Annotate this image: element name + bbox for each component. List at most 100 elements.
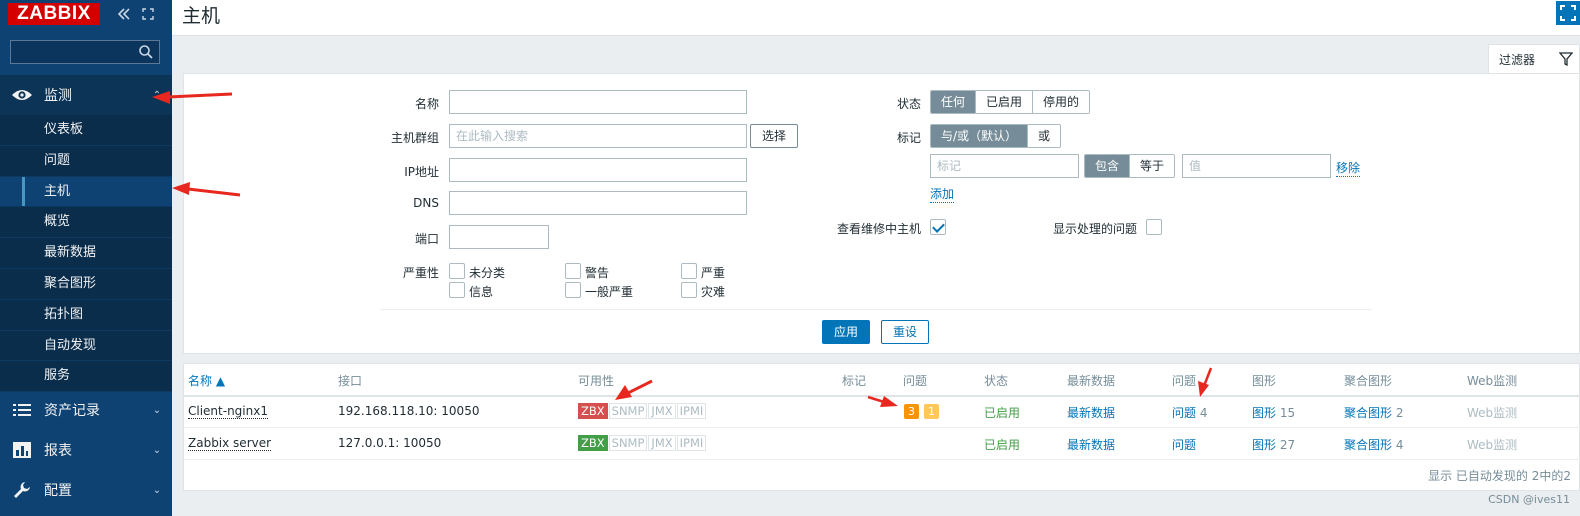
submenu-overview[interactable]: 概览 bbox=[0, 207, 172, 239]
tags-label: 标记 bbox=[896, 131, 921, 145]
filter-tab[interactable]: 过滤器 bbox=[1488, 44, 1580, 74]
fullscreen-button[interactable] bbox=[1556, 1, 1580, 25]
availability-badges: ZBX SNMP JMX IPMI bbox=[578, 435, 707, 451]
tag-name-input[interactable] bbox=[930, 154, 1079, 178]
chevron-down-icon: ⌄ bbox=[152, 484, 162, 496]
tag-logic-or-option[interactable]: 或 bbox=[1028, 125, 1061, 147]
status-enabled-option[interactable]: 已启用 bbox=[976, 91, 1034, 113]
severity-average-label: 一般严重 bbox=[585, 285, 634, 299]
menu-inventory[interactable]: 资产记录 ⌄ bbox=[0, 390, 172, 430]
graphs-link[interactable]: 图形 bbox=[1252, 438, 1276, 452]
graphs-link[interactable]: 图形 bbox=[1252, 406, 1276, 420]
double-chevron-left-icon[interactable] bbox=[116, 6, 132, 22]
list-icon bbox=[0, 403, 44, 417]
severity-not-classified-checkbox[interactable] bbox=[449, 263, 465, 279]
severity-high-label: 严重 bbox=[701, 266, 726, 280]
severity-label: 严重性 bbox=[402, 266, 439, 280]
page-header: 主机 bbox=[172, 0, 1580, 36]
screens-link[interactable]: 聚合图形 bbox=[1344, 406, 1392, 420]
submenu-maps[interactable]: 拓扑图 bbox=[0, 300, 172, 331]
severity-average-checkbox[interactable] bbox=[565, 282, 581, 298]
host-group-input[interactable] bbox=[449, 124, 747, 148]
graphs-count: 27 bbox=[1279, 438, 1296, 452]
menu-monitoring[interactable]: 监测 ⌃ bbox=[0, 75, 172, 115]
submenu-services[interactable]: 服务 bbox=[0, 361, 172, 393]
chevron-up-icon: ⌃ bbox=[152, 89, 162, 101]
submenu-dashboard[interactable]: 仪表板 bbox=[0, 115, 172, 146]
problems-count: 4 bbox=[1199, 406, 1208, 420]
tag-operator-segmented: 包含 等于 bbox=[1084, 154, 1176, 178]
severity-warning-checkbox[interactable] bbox=[565, 263, 581, 279]
suppressed-checkbox[interactable] bbox=[1146, 219, 1162, 235]
problems-link[interactable]: 问题 bbox=[1172, 406, 1196, 420]
host-status[interactable]: 已启用 bbox=[984, 436, 1020, 453]
problems-link[interactable]: 问题 bbox=[1172, 438, 1196, 452]
expand-icon[interactable] bbox=[140, 6, 156, 22]
apply-button[interactable]: 应用 bbox=[822, 320, 870, 344]
chevron-down-icon: ⌄ bbox=[152, 444, 162, 456]
eye-icon bbox=[0, 88, 44, 102]
suppressed-label: 显示处理的问题 bbox=[1052, 222, 1137, 236]
reset-button[interactable]: 重设 bbox=[881, 320, 929, 344]
port-input[interactable] bbox=[449, 225, 549, 249]
severity-high-checkbox[interactable] bbox=[681, 263, 697, 279]
column-status[interactable]: 状态 bbox=[984, 372, 1008, 389]
column-graphs: 图形 bbox=[1252, 374, 1277, 388]
ip-input[interactable] bbox=[449, 158, 747, 182]
severity-disaster-checkbox[interactable] bbox=[681, 282, 697, 298]
menu-reports-label: 报表 bbox=[44, 443, 72, 459]
host-name-link[interactable]: Zabbix server bbox=[188, 436, 272, 451]
host-name-link[interactable]: Client-nginx1 bbox=[188, 404, 268, 419]
tag-logic-segmented: 与/或（默认） 或 bbox=[930, 124, 1062, 148]
latest-data-link[interactable]: 最新数据 bbox=[1067, 404, 1115, 421]
add-tag-link[interactable]: 添加 bbox=[930, 185, 955, 203]
tag-operator-contains-option[interactable]: 包含 bbox=[1085, 155, 1131, 177]
jmx-badge: JMX bbox=[648, 403, 676, 419]
select-button[interactable]: 选择 bbox=[750, 124, 798, 148]
chevron-down-icon: ⌄ bbox=[152, 404, 162, 416]
submenu-discovery[interactable]: 自动发现 bbox=[0, 331, 172, 362]
zbx-badge: ZBX bbox=[578, 403, 608, 419]
screens-count: 2 bbox=[1395, 406, 1404, 420]
submenu-problems[interactable]: 问题 bbox=[0, 146, 172, 177]
remove-tag-link[interactable]: 移除 bbox=[1336, 159, 1361, 177]
graphs-count: 15 bbox=[1279, 406, 1296, 420]
tag-logic-and-or-option[interactable]: 与/或（默认） bbox=[931, 125, 1029, 147]
sidebar-search-input[interactable] bbox=[11, 41, 131, 63]
screens-count: 4 bbox=[1395, 438, 1404, 452]
latest-data-link[interactable]: 最新数据 bbox=[1067, 436, 1115, 453]
name-input[interactable] bbox=[449, 90, 747, 114]
submenu-latest-data[interactable]: 最新数据 bbox=[0, 238, 172, 269]
status-any-option[interactable]: 任何 bbox=[931, 91, 977, 113]
menu-monitoring-label: 监测 bbox=[44, 88, 72, 104]
maintenance-checkbox[interactable] bbox=[930, 219, 946, 235]
filter-panel: 名称 主机群组 选择 IP地址 DNS 端口 严重性 未分类 警告 严重 信息 … bbox=[183, 73, 1580, 354]
table-header-divider bbox=[184, 395, 1580, 397]
menu-reports[interactable]: 报表 ⌄ bbox=[0, 430, 172, 470]
tag-value-input[interactable] bbox=[1182, 154, 1331, 178]
submenu-screens[interactable]: 聚合图形 bbox=[0, 269, 172, 300]
ip-label: IP地址 bbox=[404, 165, 439, 179]
column-problems: 问题 bbox=[903, 374, 928, 388]
zabbix-logo[interactable]: ZABBIX bbox=[8, 3, 100, 25]
submenu-hosts[interactable]: 主机 bbox=[0, 176, 172, 208]
severity-warning-label: 警告 bbox=[585, 266, 610, 280]
host-status[interactable]: 已启用 bbox=[984, 404, 1020, 421]
search-icon[interactable] bbox=[138, 44, 154, 60]
menu-configuration[interactable]: 配置 ⌄ bbox=[0, 470, 172, 510]
sidebar-search[interactable] bbox=[10, 40, 160, 64]
problem-count-average[interactable]: 3 bbox=[904, 404, 919, 419]
tag-operator-equals-option[interactable]: 等于 bbox=[1130, 155, 1175, 177]
problem-count-warning[interactable]: 1 bbox=[924, 404, 939, 419]
screens-link[interactable]: 聚合图形 bbox=[1344, 438, 1392, 452]
status-disabled-option[interactable]: 停用的 bbox=[1033, 91, 1090, 113]
host-interface: 127.0.0.1: 10050 bbox=[338, 436, 442, 450]
maintenance-label: 查看维修中主机 bbox=[836, 222, 921, 236]
column-name[interactable]: 名称 ▲ bbox=[188, 372, 225, 389]
severity-information-label: 信息 bbox=[469, 285, 494, 299]
web-monitoring-link: Web监测 bbox=[1467, 438, 1518, 452]
dns-input[interactable] bbox=[449, 191, 747, 215]
dns-label: DNS bbox=[413, 196, 439, 210]
host-group-label: 主机群组 bbox=[390, 131, 439, 145]
severity-information-checkbox[interactable] bbox=[449, 282, 465, 298]
